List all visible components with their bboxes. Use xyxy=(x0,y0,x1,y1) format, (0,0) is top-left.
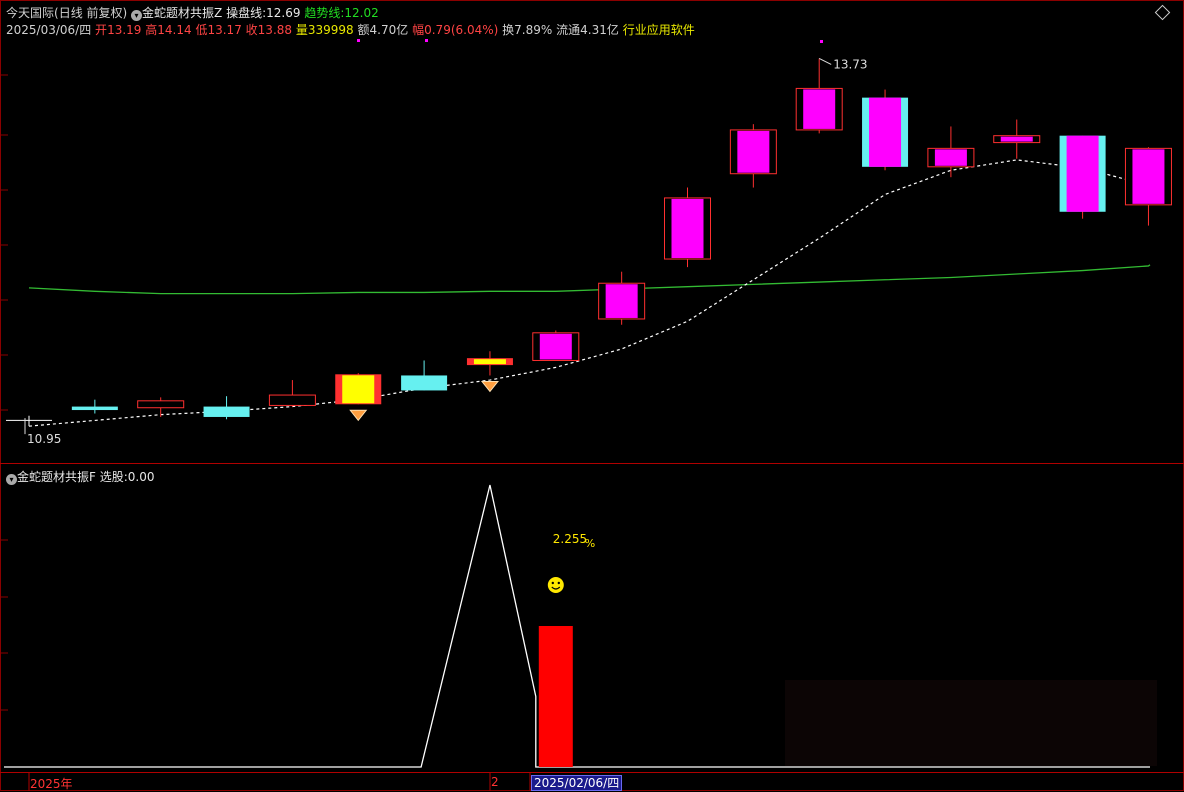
signal-dot xyxy=(425,39,428,42)
industry-label[interactable]: 行业应用软件 xyxy=(623,23,695,37)
candle xyxy=(466,351,513,376)
select-value: 0.00 xyxy=(127,470,155,484)
float-label: 流通 xyxy=(556,23,581,37)
main-header: 今天国际(日线 前复权) ▾ 金蛇题材共振Z 操盘线:12.69 趋势线:12.0… xyxy=(6,4,379,21)
inactive-region xyxy=(785,680,1157,766)
period-label: (日线 前复权) xyxy=(54,6,128,20)
max-pointer xyxy=(818,57,832,65)
amount-value: 4.70亿 xyxy=(369,23,409,37)
candle-body xyxy=(137,400,185,409)
chart-canvas: 13.73 10.95 2.255% xyxy=(0,0,1184,791)
candle-fill xyxy=(473,359,506,365)
max-price-label: 13.73 xyxy=(833,57,867,71)
candle xyxy=(993,119,1041,159)
signal-dot xyxy=(820,40,823,43)
change-label: 幅 xyxy=(412,23,425,37)
trend-line-value: 12.02 xyxy=(344,6,379,20)
candle-fill xyxy=(803,89,836,129)
candle xyxy=(1124,147,1172,226)
candle xyxy=(862,89,909,171)
low-value: 13.17 xyxy=(207,23,242,37)
stock-name[interactable]: 今天国际 xyxy=(6,6,54,20)
quote-header: 2025/03/06/四 开13.19 高14.14 低13.17 收13.88… xyxy=(6,21,695,38)
candle-fill xyxy=(605,284,638,318)
candle-fill xyxy=(1132,149,1165,204)
operating-line-value: 12.69 xyxy=(266,6,301,20)
float-value: 4.31亿 xyxy=(580,23,619,37)
candle xyxy=(335,373,382,405)
axis-month-label: 2 xyxy=(491,775,499,789)
close-value: 13.88 xyxy=(257,23,293,37)
candle xyxy=(203,396,250,420)
low-label: 低 xyxy=(195,23,208,37)
turnover-value: 7.89% xyxy=(514,23,553,37)
candle-fill xyxy=(737,130,770,173)
operating-line-label: 操盘线: xyxy=(226,6,267,20)
candle-body xyxy=(203,406,250,417)
signal-dot xyxy=(357,39,360,42)
candle xyxy=(268,380,316,407)
amount-label: 额 xyxy=(357,23,370,37)
change-value: 0.79(6.04%) xyxy=(424,23,499,37)
signal-bar xyxy=(538,626,573,767)
high-label: 高 xyxy=(145,23,158,37)
trend-line-label: 趋势线: xyxy=(304,6,345,20)
candle-body xyxy=(268,394,316,406)
candle xyxy=(532,330,580,361)
indicator-name[interactable]: 金蛇题材共振Z xyxy=(142,6,222,20)
annotation-value: 2.255 xyxy=(553,532,587,546)
candle xyxy=(71,399,118,414)
candle-fill xyxy=(869,97,902,167)
candle-fill xyxy=(671,198,704,259)
trend-line xyxy=(28,264,1151,295)
candle xyxy=(729,124,777,188)
candle-fill xyxy=(1066,135,1099,212)
sub-indicator-settings-icon[interactable]: ▾ xyxy=(6,474,17,485)
cursor-date-label: 2025/02/06/四 xyxy=(531,775,623,791)
sub-header: ▾ 金蛇题材共振F 选股:0.00 xyxy=(6,468,155,485)
high-value: 14.14 xyxy=(157,23,192,37)
min-price-label: 10.95 xyxy=(27,432,61,446)
candle-fill xyxy=(1000,136,1033,142)
sub-indicator-name[interactable]: 金蛇题材共振F xyxy=(17,470,96,484)
candle xyxy=(137,397,185,417)
candle xyxy=(401,360,448,391)
candle-body xyxy=(71,406,118,411)
volume-label: 量 xyxy=(295,23,308,37)
candle-fill xyxy=(539,333,572,360)
diamond-marker xyxy=(349,409,368,422)
outer-border xyxy=(0,0,1184,791)
candle xyxy=(598,271,646,325)
candle xyxy=(1059,135,1106,219)
open-value: 13.19 xyxy=(107,23,142,37)
candle xyxy=(6,415,52,427)
turnover-label: 换 xyxy=(502,23,515,37)
annotation-unit: % xyxy=(585,537,595,550)
smiley-eye xyxy=(557,581,560,585)
select-label: 选股: xyxy=(99,470,128,484)
candle-body xyxy=(401,375,448,391)
candle-fill xyxy=(934,149,967,166)
close-label: 收 xyxy=(245,23,258,37)
smiley-eye xyxy=(551,581,554,585)
diamond-marker xyxy=(480,380,499,393)
chart-frame xyxy=(0,0,1184,791)
candle xyxy=(664,187,711,268)
candle-fill xyxy=(342,375,375,404)
indicator-settings-icon[interactable]: ▾ xyxy=(131,10,143,21)
smiley-icon xyxy=(547,577,564,593)
axis-year-label: 2025年 xyxy=(30,777,73,791)
volume-value: 339998 xyxy=(307,23,354,37)
quote-date: 2025/03/06/四 xyxy=(6,23,92,37)
open-label: 开 xyxy=(95,23,108,37)
main-candlestick-panel: 13.73 10.95 xyxy=(6,39,1172,446)
candle xyxy=(927,126,975,178)
